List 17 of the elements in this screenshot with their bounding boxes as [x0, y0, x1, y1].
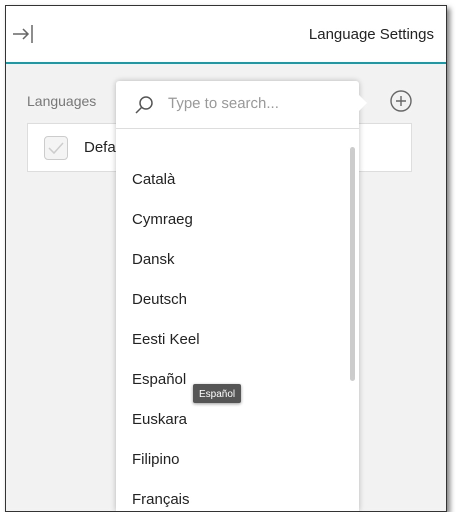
language-option[interactable]: Dansk — [116, 239, 175, 279]
language-option[interactable]: Filipino — [116, 439, 180, 479]
add-icon[interactable] — [390, 90, 412, 112]
language-option[interactable]: Deutsch — [116, 279, 188, 319]
tooltip: Español — [193, 384, 242, 403]
language-option[interactable]: Cymraeg — [116, 199, 193, 239]
scrollbar[interactable] — [350, 147, 355, 381]
panel-title: Language Settings — [308, 24, 434, 44]
language-option[interactable]: Eesti Keel — [116, 319, 200, 359]
language-option[interactable]: Català — [116, 159, 176, 199]
language-name: Defa — [84, 137, 116, 158]
language-option[interactable]: Français — [116, 479, 190, 511]
search-icon — [134, 94, 154, 114]
language-option[interactable]: Euskara — [116, 399, 188, 439]
language-option[interactable]: Español — [116, 359, 186, 399]
collapse-panel-icon[interactable] — [12, 23, 34, 45]
section-label: Languages — [27, 92, 96, 111]
